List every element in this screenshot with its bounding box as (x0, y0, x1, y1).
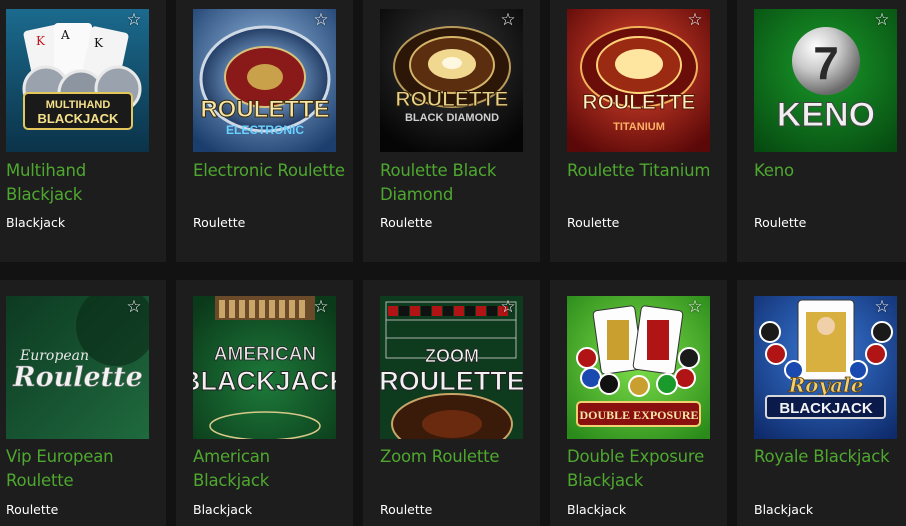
svg-text:K: K (94, 36, 104, 50)
game-card-electronic-roulette[interactable]: ROULETTE ELECTRONIC ☆ Electronic Roulett… (176, 0, 353, 262)
svg-text:ROULETTE: ROULETTE (380, 366, 523, 396)
game-card-roulette-titanium[interactable]: ROULETTE TITANIUM ☆ Roulette Titanium Ro… (550, 0, 727, 262)
game-card-vip-european-roulette[interactable]: European Roulette ☆ Vip European Roulett… (0, 280, 166, 526)
favorite-star-icon[interactable]: ☆ (873, 298, 891, 316)
svg-text:BLACKJACK: BLACKJACK (779, 400, 873, 417)
game-category: Roulette (193, 215, 246, 230)
svg-text:ELECTRONIC: ELECTRONIC (226, 123, 304, 137)
favorite-star-icon[interactable]: ☆ (312, 11, 330, 29)
svg-text:BLACKJACK: BLACKJACK (38, 111, 120, 126)
favorite-star-icon[interactable]: ☆ (686, 11, 704, 29)
game-thumbnail[interactable]: AMERICAN BLACKJACK ☆ (193, 296, 336, 439)
game-thumbnail[interactable]: European Roulette ☆ (6, 296, 149, 439)
svg-text:DOUBLE EXPOSURE: DOUBLE EXPOSURE (579, 408, 698, 422)
american-blackjack-art: AMERICAN BLACKJACK (193, 296, 336, 439)
game-thumbnail[interactable]: DOUBLE EXPOSURE ☆ (567, 296, 710, 439)
electronic-roulette-art: ROULETTE ELECTRONIC (193, 9, 336, 152)
game-title[interactable]: Electronic Roulette (193, 159, 348, 183)
favorite-star-icon[interactable]: ☆ (499, 11, 517, 29)
svg-text:TITANIUM: TITANIUM (613, 121, 665, 133)
game-title[interactable]: Roulette Black Diamond (380, 159, 535, 207)
game-category: Blackjack (6, 215, 66, 230)
svg-text:K: K (36, 34, 46, 48)
multihand-blackjack-art: K A K MULTIHAND BLACKJACK (6, 9, 149, 152)
svg-text:Royale: Royale (788, 373, 864, 397)
favorite-star-icon[interactable]: ☆ (686, 298, 704, 316)
game-category: Blackjack (193, 502, 253, 517)
game-card-royale-blackjack[interactable]: Royale BLACKJACK ☆ Royale Blackjack Blac… (737, 280, 906, 526)
favorite-star-icon[interactable]: ☆ (873, 11, 891, 29)
game-title[interactable]: Royale Blackjack (754, 445, 906, 469)
game-card-double-exposure-blackjack[interactable]: DOUBLE EXPOSURE ☆ Double Exposure Blackj… (550, 280, 727, 526)
game-title[interactable]: American Blackjack (193, 445, 348, 493)
svg-text:MULTIHAND: MULTIHAND (46, 99, 111, 111)
game-thumbnail[interactable]: ROULETTE ELECTRONIC ☆ (193, 9, 336, 152)
svg-text:ROULETTE: ROULETTE (395, 88, 508, 111)
svg-text:ROULETTE: ROULETTE (200, 96, 329, 123)
game-category: Roulette (754, 215, 807, 230)
vip-european-roulette-art: European Roulette (6, 296, 149, 439)
game-category: Blackjack (754, 502, 814, 517)
game-card-keno[interactable]: 7 KENO ☆ Keno Roulette (737, 0, 906, 262)
game-category: Blackjack (567, 502, 627, 517)
svg-text:ROULETTE: ROULETTE (582, 91, 695, 114)
svg-text:BLACKJACK: BLACKJACK (193, 366, 336, 396)
svg-text:KENO: KENO (777, 96, 875, 134)
game-category: Roulette (380, 215, 433, 230)
svg-text:ZOOM: ZOOM (425, 346, 479, 366)
game-thumbnail[interactable]: 7 KENO ☆ (754, 9, 897, 152)
favorite-star-icon[interactable]: ☆ (499, 298, 517, 316)
game-thumbnail[interactable]: ROULETTE TITANIUM ☆ (567, 9, 710, 152)
game-title[interactable]: Double Exposure Blackjack (567, 445, 722, 493)
roulette-black-diamond-art: ROULETTE BLACK DIAMOND (380, 9, 523, 152)
svg-text:Roulette: Roulette (12, 362, 143, 393)
zoom-roulette-art: ZOOM ROULETTE (380, 296, 523, 439)
favorite-star-icon[interactable]: ☆ (125, 11, 143, 29)
game-thumbnail[interactable]: Royale BLACKJACK ☆ (754, 296, 897, 439)
game-title[interactable]: Keno (754, 159, 906, 183)
game-thumbnail[interactable]: K A K MULTIHAND BLACKJACK ☆ (6, 9, 149, 152)
double-exposure-blackjack-art: DOUBLE EXPOSURE (567, 296, 710, 439)
game-category: Roulette (6, 502, 59, 517)
game-card-multihand-blackjack[interactable]: K A K MULTIHAND BLACKJACK ☆ Multihand Bl… (0, 0, 166, 262)
favorite-star-icon[interactable]: ☆ (125, 298, 143, 316)
game-title[interactable]: Multihand Blackjack (6, 159, 161, 207)
favorite-star-icon[interactable]: ☆ (312, 298, 330, 316)
royale-blackjack-art: Royale BLACKJACK (754, 296, 897, 439)
game-title[interactable]: Zoom Roulette (380, 445, 535, 469)
game-card-zoom-roulette[interactable]: ZOOM ROULETTE ☆ Zoom Roulette Roulette (363, 280, 540, 526)
svg-text:7: 7 (813, 37, 839, 89)
game-thumbnail[interactable]: ROULETTE BLACK DIAMOND ☆ (380, 9, 523, 152)
game-title[interactable]: Vip European Roulette (6, 445, 161, 493)
roulette-titanium-art: ROULETTE TITANIUM (567, 9, 710, 152)
game-thumbnail[interactable]: ZOOM ROULETTE ☆ (380, 296, 523, 439)
svg-text:A: A (60, 28, 70, 42)
keno-art: 7 KENO (754, 9, 897, 152)
svg-text:AMERICAN: AMERICAN (214, 344, 316, 365)
game-category: Roulette (567, 215, 620, 230)
game-card-american-blackjack[interactable]: AMERICAN BLACKJACK ☆ American Blackjack … (176, 280, 353, 526)
game-category: Roulette (380, 502, 433, 517)
svg-text:BLACK DIAMOND: BLACK DIAMOND (405, 112, 499, 124)
game-title[interactable]: Roulette Titanium (567, 159, 722, 183)
game-card-roulette-black-diamond[interactable]: ROULETTE BLACK DIAMOND ☆ Roulette Black … (363, 0, 540, 262)
